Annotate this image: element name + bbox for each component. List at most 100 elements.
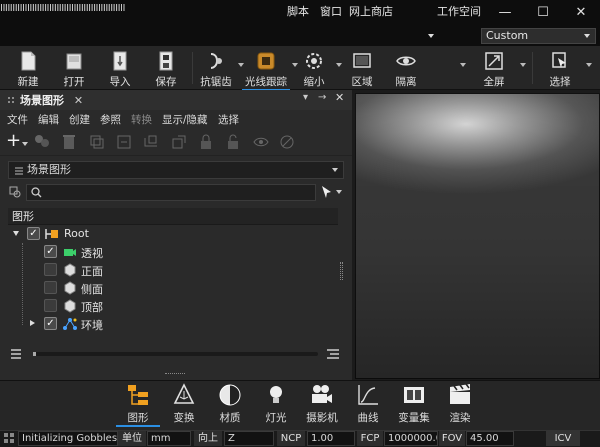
collapse-icon[interactable] — [30, 320, 35, 326]
filter-icon[interactable] — [9, 186, 22, 199]
unit-select[interactable]: mm — [147, 431, 191, 446]
select-dropdown-icon[interactable] — [586, 63, 592, 67]
delete-icon[interactable] — [60, 133, 78, 151]
tree-label: 环境 — [81, 319, 103, 332]
panel-menu-reference[interactable]: 参照 — [100, 112, 121, 127]
tab-transform[interactable]: 变换 — [162, 383, 206, 427]
resize-grip-icon[interactable] — [340, 262, 343, 280]
side-checkbox[interactable] — [44, 281, 57, 294]
chevron-down-icon — [584, 34, 590, 38]
panel-menu-convert[interactable]: 转换 — [131, 112, 152, 127]
viewport-shading — [355, 93, 600, 379]
tree-row-top[interactable]: 顶部 — [8, 297, 338, 315]
antialias-button[interactable]: 抗锯齿 — [194, 48, 238, 88]
front-checkbox[interactable] — [44, 263, 57, 276]
up-axis-select[interactable]: Z — [224, 431, 274, 446]
search-icon — [31, 187, 42, 198]
scene-graph-dropdown[interactable]: 场景图形 — [8, 161, 344, 179]
visibility-icon[interactable] — [252, 133, 270, 151]
panel-float-icon[interactable]: → — [318, 92, 326, 103]
list-menu-icon[interactable] — [10, 349, 22, 359]
panel-menu-edit[interactable]: 编辑 — [38, 112, 59, 127]
tab-camera[interactable]: 摄影机 — [300, 383, 344, 427]
align-icon[interactable] — [326, 349, 340, 359]
tree-row-environment[interactable]: ✓ 环境 — [8, 315, 338, 333]
new-file-icon — [21, 51, 36, 71]
zoom-out-button[interactable]: 缩小 — [292, 48, 336, 88]
isolate-label: 隔离 — [395, 76, 417, 88]
import-button[interactable]: 导入 — [98, 48, 142, 88]
tree-row-root[interactable]: ✓ Root — [8, 225, 338, 243]
tab-light[interactable]: 灯光 — [254, 383, 298, 427]
add-dropdown-icon[interactable] — [22, 142, 28, 146]
fullscreen-dropdown-icon[interactable] — [520, 63, 526, 67]
select-button[interactable]: 选择 — [538, 48, 582, 88]
top-checkbox[interactable] — [44, 299, 57, 312]
import-label: 导入 — [109, 76, 131, 88]
panel-close-icon[interactable]: ✕ — [335, 91, 344, 104]
menu-obscured-text: IIIIIIIIIIIIIIIIIIIIIIIIIIIIIIIIIIIIIIII… — [0, 3, 125, 14]
close-button[interactable]: ✕ — [562, 0, 600, 26]
icv-button[interactable]: ICV — [546, 431, 580, 446]
tree-row-side[interactable]: 侧面 — [8, 279, 338, 297]
environment-checkbox[interactable]: ✓ — [44, 317, 57, 330]
isolate-dropdown-icon[interactable] — [460, 63, 466, 67]
search-input[interactable] — [26, 184, 316, 201]
panel-pin-icon[interactable]: ▾ — [303, 92, 308, 103]
menu-window[interactable]: 窗口 — [320, 3, 342, 19]
region-label: 区域 — [351, 76, 373, 88]
new-button[interactable]: 新建 — [6, 48, 50, 88]
group-icon[interactable] — [33, 133, 51, 151]
panel-menu-create[interactable]: 创建 — [69, 112, 90, 127]
panel-menu-file[interactable]: 文件 — [7, 112, 28, 127]
menu-store[interactable]: 网上商店 — [349, 3, 393, 19]
tab-curve[interactable]: 曲线 — [346, 383, 390, 427]
raytrace-button[interactable]: 光线跟踪 — [242, 48, 290, 91]
ncp-input[interactable]: 1.00 — [307, 431, 355, 446]
pick-dropdown-icon[interactable] — [336, 190, 342, 194]
tab-label: 曲线 — [357, 412, 379, 424]
tab-scenegraph[interactable]: 图形 — [116, 383, 160, 427]
isolate-button[interactable]: 隔离 — [384, 48, 428, 88]
unlock-icon[interactable] — [224, 133, 242, 151]
save-button[interactable]: 保存 — [144, 48, 188, 88]
perspective-checkbox[interactable]: ✓ — [44, 245, 57, 258]
fcp-input[interactable]: 1000000.00 — [384, 431, 438, 446]
link-icon[interactable] — [142, 133, 160, 151]
panel-tab[interactable]: 场景图形 ✕ — [3, 92, 87, 109]
split-grip-icon[interactable] — [165, 373, 185, 375]
panel-menu-select[interactable]: 选择 — [218, 112, 239, 127]
tab-variant-set[interactable]: 变量集 — [392, 383, 436, 427]
tab-material[interactable]: 材质 — [208, 383, 252, 427]
grip-icon — [7, 95, 16, 104]
root-visibility-checkbox[interactable]: ✓ — [27, 227, 40, 240]
horizontal-scrollbar[interactable] — [33, 352, 318, 356]
tree-row-front[interactable]: 正面 — [8, 261, 338, 279]
fcp-label: FCP — [357, 431, 383, 446]
menu-script[interactable]: 脚本 — [287, 3, 309, 19]
copy-icon[interactable] — [88, 133, 106, 151]
tab-label: 变换 — [173, 412, 195, 424]
status-message: Initializing Gobbles — [18, 431, 118, 446]
maximize-button[interactable]: ☐ — [524, 0, 562, 26]
fov-input[interactable]: 45.00 — [466, 431, 514, 446]
region-button[interactable]: 区域 — [340, 48, 384, 88]
scrollbar-thumb[interactable] — [33, 352, 36, 356]
minimize-button[interactable]: — — [486, 0, 524, 26]
tree-label: Root — [64, 227, 89, 240]
workspace-select[interactable]: Custom — [481, 28, 596, 44]
lock-icon[interactable] — [197, 133, 215, 151]
tree-row-perspective[interactable]: ✓ 透视 — [8, 243, 338, 261]
environment-node-icon — [63, 318, 77, 330]
expand-icon[interactable] — [13, 231, 19, 236]
fullscreen-button[interactable]: 全屏 — [472, 48, 516, 88]
open-button[interactable]: 打开 — [52, 48, 96, 88]
scene-tool-icon[interactable] — [278, 133, 296, 151]
tab-render[interactable]: 渲染 — [438, 383, 482, 427]
panel-tab-close-icon[interactable]: ✕ — [74, 94, 83, 107]
panel-menu-show-hide[interactable]: 显示/隐藏 — [162, 112, 208, 127]
paste-icon[interactable] — [115, 133, 133, 151]
pick-cursor-icon[interactable] — [321, 185, 333, 199]
clone-icon[interactable] — [170, 133, 188, 151]
up-axis-label: 向上 — [194, 431, 222, 446]
